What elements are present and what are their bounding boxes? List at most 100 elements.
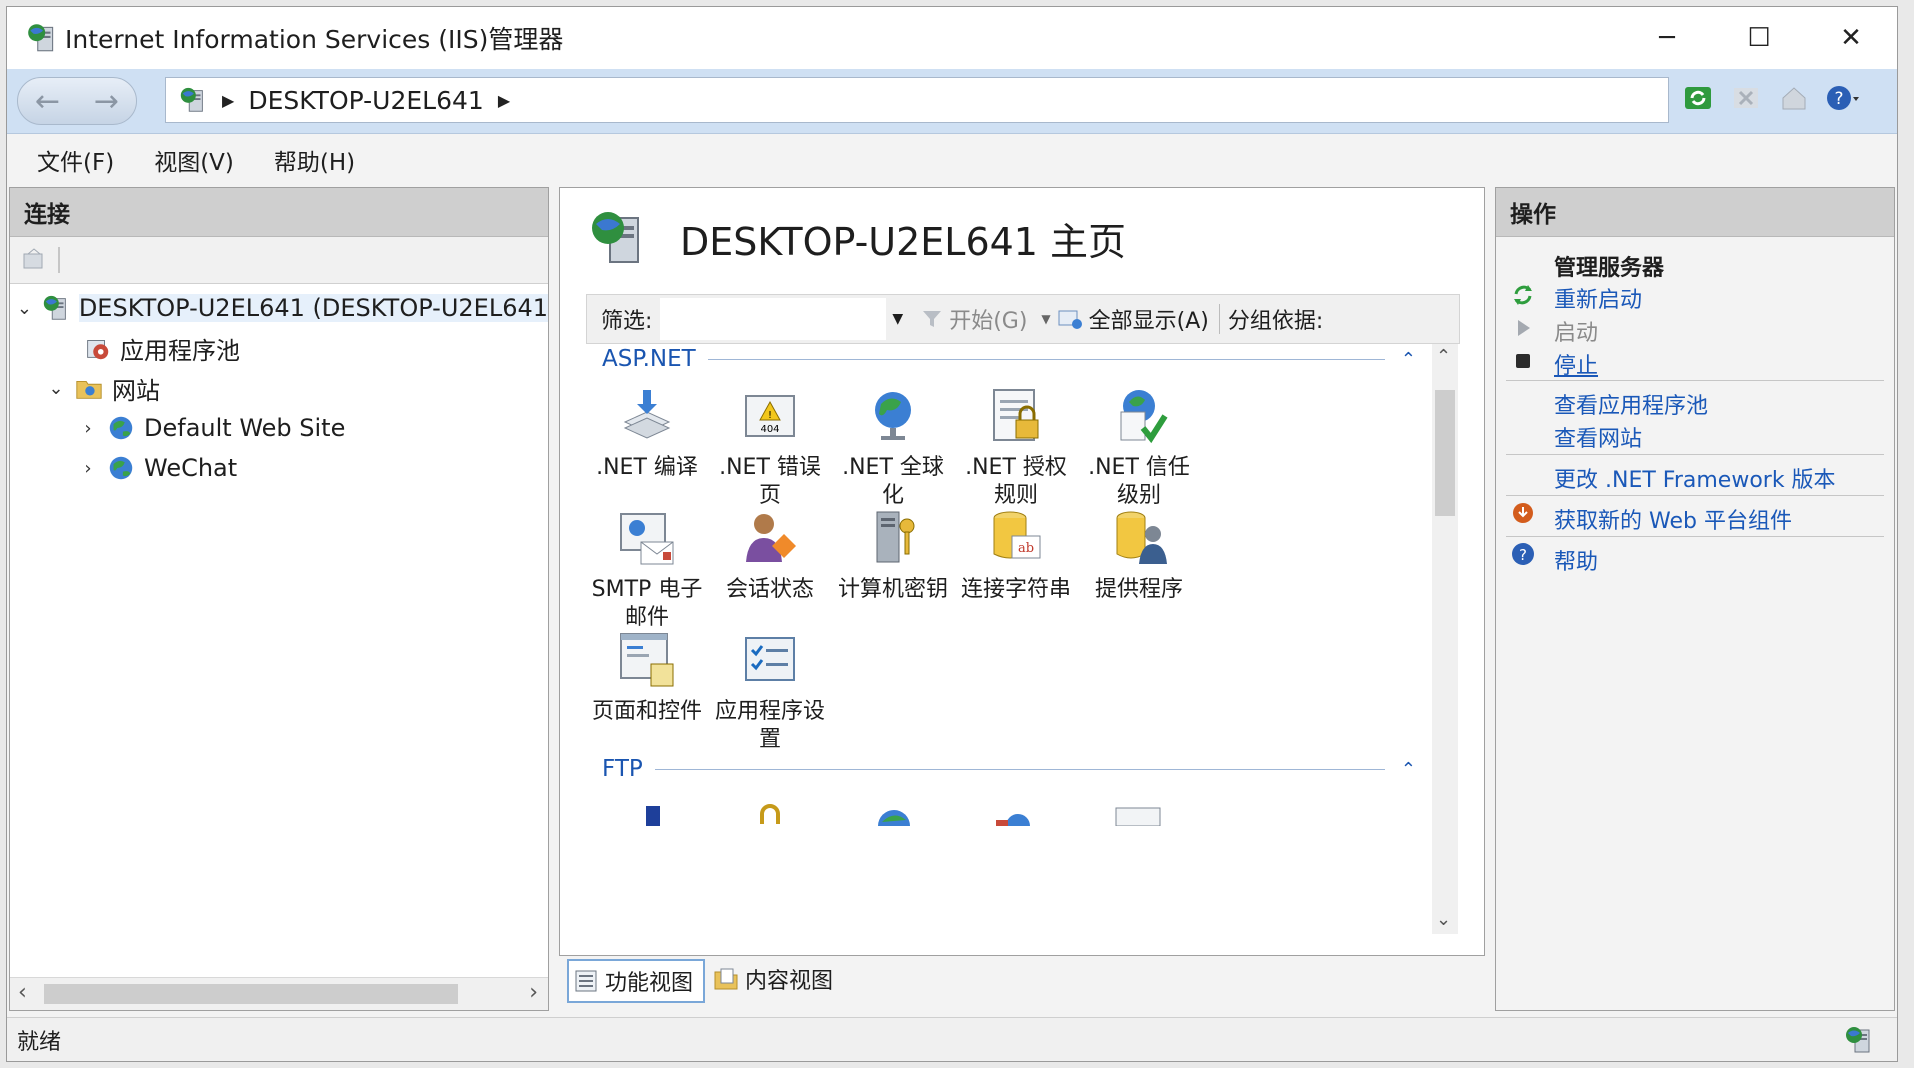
net-trust-icon — [1120, 390, 1168, 444]
horizontal-scrollbar[interactable]: ‹ › — [10, 977, 548, 1010]
scrollbar-thumb[interactable] — [1435, 390, 1455, 516]
filter-input[interactable] — [660, 298, 887, 340]
address-bar[interactable]: ▶ DESKTOP-U2EL641 ▶ — [165, 77, 1669, 123]
tree-item-sites[interactable]: ⌄ 网站 — [10, 368, 548, 408]
change-net-framework-action[interactable]: 更改 .NET Framework 版本 — [1554, 462, 1836, 494]
restart-action[interactable]: 重新启动 — [1554, 282, 1642, 314]
breadcrumb-separator-icon[interactable]: ▶ — [498, 91, 510, 110]
view-sites-action[interactable]: 查看网站 — [1554, 421, 1642, 453]
feature-session-state[interactable]: 会话状态 — [709, 506, 831, 604]
toolbar-divider — [58, 247, 60, 273]
features-view-label: 功能视图 — [605, 971, 694, 996]
menu-file[interactable]: 文件(F) — [37, 143, 114, 177]
funnel-icon — [923, 311, 942, 327]
feature-label: 计算机密钥 — [837, 577, 948, 602]
close-button[interactable]: ✕ — [1805, 7, 1897, 69]
scroll-left-icon[interactable]: ‹ — [18, 980, 27, 1005]
feature-net-trust[interactable]: .NET 信任级别 — [1078, 384, 1200, 510]
app-settings-icon — [745, 637, 795, 681]
group-by-label[interactable]: 分组依据: — [1228, 303, 1323, 335]
feature-list: ASP.NET ⌃ .NET 编译 ! 404 .NET 错误页 .NET 全球化… — [586, 344, 1432, 934]
content-view-icon — [714, 968, 738, 990]
content-view-tab[interactable]: 内容视图 — [709, 959, 843, 999]
collapse-group-icon[interactable]: ⌃ — [1401, 759, 1416, 780]
minimize-button[interactable]: ─ — [1621, 7, 1713, 69]
maximize-button[interactable]: ☐ — [1713, 7, 1805, 69]
breadcrumb-separator-icon[interactable]: ▶ — [222, 91, 234, 110]
expand-chevron-icon[interactable]: › — [78, 458, 98, 479]
menu-bar: 文件(F) 视图(V) 帮助(H) — [7, 134, 1897, 186]
filter-dropdown-icon[interactable]: ▼ — [892, 311, 903, 327]
help-icon[interactable]: ? — [1825, 81, 1859, 115]
filter-divider — [1218, 304, 1220, 334]
back-arrow-icon[interactable]: ← — [35, 84, 60, 119]
menu-help[interactable]: 帮助(H) — [274, 143, 355, 177]
page-header: DESKTOP-U2EL641 主页 — [586, 206, 1126, 270]
scroll-up-icon[interactable]: ⌃ — [1436, 346, 1451, 367]
get-web-platform-action[interactable]: 获取新的 Web 平台组件 — [1554, 503, 1792, 535]
help-action[interactable]: 帮助 — [1554, 544, 1598, 576]
filter-bar: 筛选: ▼ 开始(G) ▼ 全部显示(A) 分组依据: — [586, 294, 1460, 344]
collapse-chevron-icon[interactable]: ⌄ — [46, 378, 66, 399]
group-header-ftp[interactable]: FTP ⌃ — [602, 756, 1428, 782]
feature-label: .NET 授权规则 — [965, 455, 1067, 508]
stop-action[interactable]: 停止 — [1554, 348, 1598, 380]
actions-divider — [1506, 380, 1884, 381]
feature-label: 应用程序设置 — [714, 699, 825, 752]
view-app-pools-action[interactable]: 查看应用程序池 — [1554, 388, 1708, 420]
scroll-down-icon[interactable]: ⌄ — [1436, 909, 1451, 930]
connections-title: 连接 — [10, 188, 548, 237]
feature-smtp[interactable]: SMTP 电子邮件 — [586, 506, 708, 632]
actions-divider — [1506, 536, 1884, 537]
scrollbar-thumb[interactable] — [44, 984, 458, 1004]
feature-label: 连接字符串 — [960, 577, 1071, 602]
breadcrumb-server[interactable]: DESKTOP-U2EL641 — [248, 86, 484, 115]
filter-start-label: 开始(G) — [949, 309, 1028, 334]
tree-item-server[interactable]: ⌄ DESKTOP-U2EL641 (DESKTOP-U2EL641 — [10, 288, 548, 328]
content-view-label: 内容视图 — [745, 969, 834, 994]
svg-text:?: ? — [1519, 546, 1527, 564]
scroll-right-icon[interactable]: › — [529, 980, 538, 1005]
menu-view[interactable]: 视图(V) — [154, 143, 234, 177]
status-bar: 就绪 — [7, 1017, 1897, 1061]
machine-key-icon — [876, 511, 915, 563]
actions-divider — [1506, 495, 1884, 496]
dropdown-arrow-icon[interactable]: ▼ — [1041, 312, 1050, 326]
group-header-aspnet[interactable]: ASP.NET ⌃ — [602, 346, 1428, 372]
net-globalization-icon — [875, 392, 911, 440]
start-icon — [1518, 320, 1530, 336]
expand-chevron-icon[interactable]: › — [78, 418, 98, 439]
feature-machine-key[interactable]: 计算机密钥 — [832, 506, 954, 604]
group-name: ASP.NET — [602, 346, 696, 372]
restart-icon — [1514, 285, 1532, 305]
feature-net-error-pages[interactable]: ! 404 .NET 错误页 — [709, 384, 831, 510]
feature-pages-controls[interactable]: 页面和控件 — [586, 628, 708, 726]
feature-app-settings[interactable]: 应用程序设置 — [709, 628, 831, 754]
tree-item-default-web-site[interactable]: › Default Web Site — [10, 408, 548, 448]
collapse-group-icon[interactable]: ⌃ — [1401, 349, 1416, 370]
features-view-tab[interactable]: 功能视图 — [567, 959, 706, 1003]
start-action[interactable]: 启动 — [1554, 315, 1598, 347]
collapse-chevron-icon[interactable]: ⌄ — [16, 298, 33, 319]
feature-connection-strings[interactable]: ab 连接字符串 — [955, 506, 1077, 604]
feature-net-globalization[interactable]: .NET 全球化 — [832, 384, 954, 510]
show-all-button[interactable]: ▼ 全部显示(A) — [1041, 303, 1208, 335]
features-vertical-scrollbar[interactable]: ⌃ ⌄ — [1432, 344, 1458, 934]
connections-toolbar — [10, 237, 548, 284]
group-name: FTP — [602, 756, 643, 782]
server-large-icon — [586, 206, 650, 270]
forward-arrow-icon[interactable]: → — [94, 84, 119, 119]
feature-net-compile[interactable]: .NET 编译 — [586, 384, 708, 482]
svg-text:404: 404 — [760, 424, 779, 435]
tree-item-wechat[interactable]: › WeChat — [10, 448, 548, 488]
svg-text:ab: ab — [1018, 541, 1034, 556]
refresh-icon[interactable] — [1681, 81, 1715, 115]
feature-net-authorization[interactable]: .NET 授权规则 — [955, 384, 1077, 510]
filter-start-button[interactable]: 开始(G) — [921, 303, 1027, 335]
filter-label: 筛选: — [601, 309, 653, 334]
connect-icon[interactable] — [20, 246, 48, 274]
web-platform-icon — [1513, 503, 1533, 523]
tree-item-app-pools[interactable]: 应用程序池 — [10, 328, 548, 368]
title-bar: Internet Information Services (IIS)管理器 ─… — [7, 7, 1897, 69]
feature-providers[interactable]: 提供程序 — [1078, 506, 1200, 604]
